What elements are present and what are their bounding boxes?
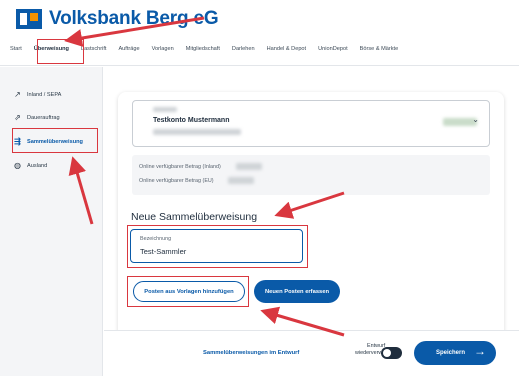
page-title: Neue Sammelüberweisung (131, 211, 258, 223)
blurred-amount (228, 177, 254, 184)
repeat-arrow-icon: ⇗ (14, 113, 21, 122)
blurred-text (153, 107, 177, 112)
nav-vorlagen[interactable]: Vorlagen (152, 46, 174, 52)
volksbank-logo-icon (16, 9, 42, 29)
nav-auftraege[interactable]: Aufträge (118, 46, 139, 52)
account-select[interactable]: Testkonto Mustermann ⌄ (132, 100, 490, 147)
save-label: Speichern (436, 350, 466, 356)
available-balance-box: Online verfügbarer Betrag (Inland) Onlin… (132, 155, 490, 195)
sidebar-item-label: Ausland (27, 162, 48, 169)
nav-uniondepot[interactable]: UnionDepot (318, 46, 348, 52)
nav-lastschrift[interactable]: Lastschrift (81, 46, 107, 52)
toggle-knob (383, 349, 391, 357)
sidebar-item-ausland[interactable]: ◍ Ausland (12, 161, 47, 170)
highlight-sidebar-sammelueberweisung (12, 128, 98, 153)
nav-mitgliedschaft[interactable]: Mitgliedschaft (186, 46, 220, 52)
highlight-designation-field (127, 225, 308, 268)
form-footer: Sammelüberweisungen im Entwurf Entwurf w… (104, 330, 519, 376)
account-name: Testkonto Mustermann (153, 117, 230, 124)
bank-logo[interactable]: Volksbank Berg eG (16, 8, 219, 30)
highlight-templates-button (127, 276, 249, 307)
save-button[interactable]: Speichern → (414, 341, 496, 365)
nav-handel-depot[interactable]: Handel & Depot (267, 46, 307, 52)
sidebar-item-label: Inland / SEPA (27, 91, 62, 98)
balance-eu-label: Online verfügbarer Betrag (EU) (139, 178, 214, 184)
nav-start[interactable]: Start (10, 46, 22, 52)
arrow-right-icon: → (474, 344, 486, 358)
globe-icon: ◍ (14, 161, 21, 170)
sidebar-item-dauerauftrag[interactable]: ⇗ Dauerauftrag (12, 113, 60, 122)
blurred-iban (153, 129, 241, 135)
sidebar: ↗ Inland / SEPA ⇗ Dauerauftrag ⇶ Sammelü… (0, 67, 103, 376)
balance-inland-label: Online verfügbarer Betrag (Inland) (139, 164, 221, 170)
sidebar-item-label: Dauerauftrag (27, 114, 60, 121)
nav-darlehen[interactable]: Darlehen (232, 46, 255, 52)
highlight-nav-ueberweisung (37, 39, 84, 64)
nav-boerse-maerkte[interactable]: Börse & Märkte (360, 46, 399, 52)
arrow-up-right-icon: ↗ (14, 90, 21, 99)
new-item-button[interactable]: Neuen Posten erfassen (254, 280, 340, 303)
blurred-amount (236, 163, 262, 170)
sidebar-item-inland-sepa[interactable]: ↗ Inland / SEPA (12, 90, 61, 99)
reuse-draft-toggle[interactable] (381, 347, 402, 359)
bank-name: Volksbank Berg eG (49, 8, 219, 29)
drafts-link[interactable]: Sammelüberweisungen im Entwurf (203, 350, 299, 356)
chevron-down-icon: ⌄ (472, 115, 479, 124)
